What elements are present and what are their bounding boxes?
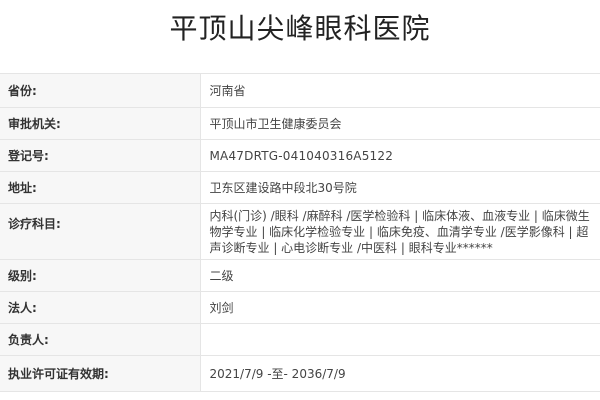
info-table: 省份: 河南省 审批机关: 平顶山市卫生健康委员会 登记号: MA47DRTG-… <box>0 73 600 392</box>
approval-authority-label: 审批机关: <box>0 107 201 140</box>
legal-person-label: 法人: <box>0 291 201 324</box>
clinical-subjects-value: 内科(门诊) /眼科 /麻醉科 /医学检验科 | 临床体液、血液专业 | 临床微… <box>200 203 600 260</box>
address-value: 卫东区建设路中段北30号院 <box>200 171 600 204</box>
table-row: 级别: 二级 <box>0 259 600 292</box>
table-row: 法人: 刘剑 <box>0 291 600 324</box>
table-row: 省份: 河南省 <box>0 73 600 108</box>
registration-number-value: MA47DRTG-041040316A5122 <box>200 139 600 172</box>
table-row: 地址: 卫东区建设路中段北30号院 <box>0 171 600 204</box>
license-validity-value: 2021/7/9 -至- 2036/7/9 <box>200 355 600 392</box>
level-value: 二级 <box>200 259 600 292</box>
province-value: 河南省 <box>200 73 600 108</box>
person-in-charge-value <box>200 323 600 356</box>
address-label: 地址: <box>0 171 201 204</box>
table-row: 负责人: <box>0 323 600 356</box>
person-in-charge-label: 负责人: <box>0 323 201 356</box>
hospital-info-page: 平顶山尖峰眼科医院 省份: 河南省 审批机关: 平顶山市卫生健康委员会 登记号:… <box>0 0 600 400</box>
table-row: 审批机关: 平顶山市卫生健康委员会 <box>0 107 600 140</box>
table-row: 诊疗科目: 内科(门诊) /眼科 /麻醉科 /医学检验科 | 临床体液、血液专业… <box>0 203 600 260</box>
license-validity-label: 执业许可证有效期: <box>0 355 201 392</box>
table-row: 登记号: MA47DRTG-041040316A5122 <box>0 139 600 172</box>
table-row: 执业许可证有效期: 2021/7/9 -至- 2036/7/9 <box>0 355 600 392</box>
approval-authority-value: 平顶山市卫生健康委员会 <box>200 107 600 140</box>
page-title: 平顶山尖峰眼科医院 <box>169 12 431 45</box>
level-label: 级别: <box>0 259 201 292</box>
province-label: 省份: <box>0 73 201 108</box>
clinical-subjects-label: 诊疗科目: <box>0 203 201 260</box>
legal-person-value: 刘剑 <box>200 291 600 324</box>
registration-number-label: 登记号: <box>0 139 201 172</box>
